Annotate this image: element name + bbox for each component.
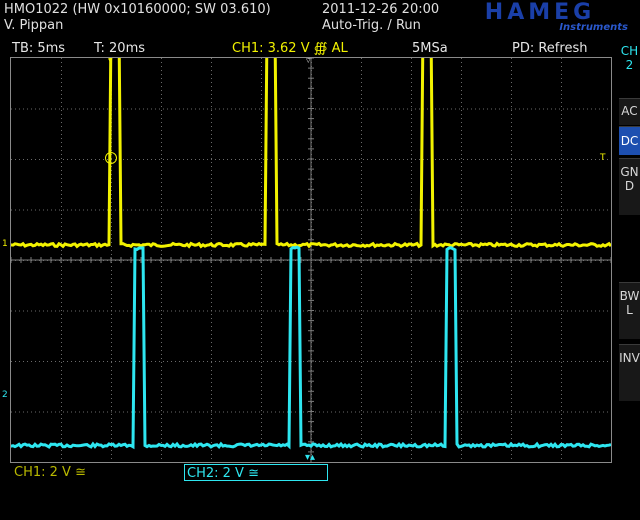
timebase-readout[interactable]: TB: 5ms <box>12 41 65 57</box>
ch1-ground-marker[interactable]: 1 <box>2 239 8 249</box>
center-marker: ▿ <box>306 56 311 66</box>
side-menu-channel-tab: CH2 <box>619 44 640 72</box>
model-info: HMO1022 (HW 0x10160000; SW 03.610) <box>4 2 271 17</box>
trigger-status: Auto-Trig. / Run <box>322 18 421 33</box>
bwl-button[interactable]: BWL <box>619 282 640 339</box>
trace-layer <box>11 58 611 450</box>
trigger-level-marker[interactable]: T <box>600 153 606 163</box>
trigger-point-marker <box>105 152 117 164</box>
trigger-time-readout[interactable]: T: 20ms <box>94 41 145 57</box>
sample-rate-readout: 5MSa <box>412 41 448 56</box>
coupling-gnd-button[interactable]: GND <box>619 158 640 215</box>
datetime: 2011-12-26 20:00 <box>322 2 440 17</box>
bwl-label: BWL <box>619 289 640 317</box>
ch2-ground-marker[interactable]: 2 <box>2 390 8 400</box>
invert-label: INV <box>619 351 640 365</box>
coupling-ac-label: AC <box>621 104 638 118</box>
waveform-display[interactable] <box>10 57 612 463</box>
display-mode-readout[interactable]: PD: Refresh <box>512 41 587 57</box>
trigger-position-marker[interactable]: ▾ <box>108 56 113 66</box>
ch2-scale[interactable]: CH2: 2 V ≅ <box>184 464 328 481</box>
coupling-gnd-label: GND <box>620 165 639 193</box>
hameg-logo: HAMEG Instruments <box>452 0 628 36</box>
ch1-trace <box>11 58 611 249</box>
logo-subtitle: Instruments <box>559 22 628 33</box>
bottom-center-marker: ▾▴ <box>305 452 316 463</box>
invert-button[interactable]: INV <box>619 344 640 401</box>
ch2-trace <box>11 245 611 450</box>
side-menu-channel-label: CH2 <box>620 44 639 72</box>
coupling-dc-label: DC <box>620 134 639 148</box>
coupling-ac-button[interactable]: AC <box>619 98 640 125</box>
coupling-dc-button[interactable]: DC <box>619 126 640 155</box>
user-name: V. Pippan <box>4 18 64 33</box>
ch1-scale[interactable]: CH1: 2 V ≅ <box>14 465 86 480</box>
ch1-trigger-readout[interactable]: CH1: 3.62 V ∰ AL <box>232 41 348 57</box>
